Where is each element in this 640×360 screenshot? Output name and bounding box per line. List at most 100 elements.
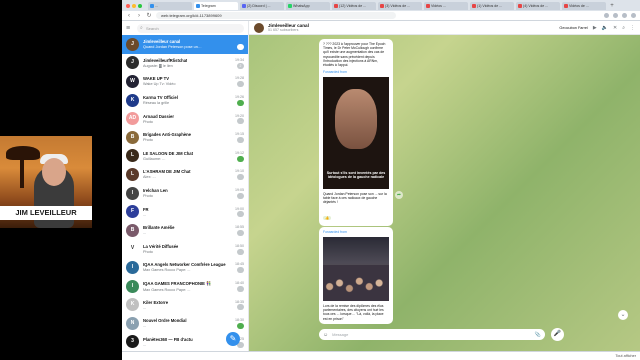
chat-list-item[interactable]: I Irelchan Len 19:05 Photo [122, 184, 248, 203]
chat-item-top: Nouvel Ordre Mondial 18:30 [143, 318, 244, 323]
chat-last-message: Wake Up Tv: Vidéo [143, 82, 176, 87]
browser-tab[interactable]: Telegram [194, 1, 238, 10]
share-icon[interactable]: ➦ [395, 191, 403, 199]
chat-list-item[interactable]: J Jimleveilleur canal Quand Jordan Peterso… [122, 35, 248, 54]
download-bar: Tout afficher [122, 351, 640, 360]
crowd-image [323, 265, 389, 301]
chat-list-item[interactable]: AD Arnaud Dassier 19:20 Photo [122, 109, 248, 128]
chat-list-item[interactable]: B Brillante Amélie 18:55... [122, 221, 248, 240]
browser-tab[interactable]: ... [148, 1, 192, 10]
chat-last-message: Photo [143, 119, 153, 124]
chat-item-body: Kiler Extorre 18:35... [143, 300, 244, 310]
search-icon[interactable]: ⌕ [622, 25, 625, 31]
browser-tab[interactable]: WhatsApp [286, 1, 330, 10]
play-icon[interactable]: ▶ [593, 25, 597, 31]
chat-avatar: B [126, 223, 139, 237]
chat-list-item[interactable]: V La Vérité Diffusée 18:50 Photo [122, 240, 248, 259]
url-field[interactable]: web.telegram.org/k/#-1173899609 [156, 12, 396, 19]
browser-tab[interactable]: (4) Vidéos de ... [516, 1, 560, 10]
extension-icon[interactable] [604, 13, 609, 18]
channel-avatar[interactable] [254, 22, 264, 33]
channel-subscribers: 51 657 subscribers [268, 28, 299, 32]
post-image[interactable] [323, 237, 389, 301]
chat-avatar: V [126, 242, 139, 256]
chat-last-message: Alex: ... [143, 175, 156, 180]
chat-name: Irelchan Len [143, 188, 168, 194]
chat-item-body: JimleveilleurfRlistchat 19:34 Auguste: ▓ l… [143, 58, 244, 68]
show-all-downloads[interactable]: Tout afficher [615, 354, 636, 358]
tab-label: (4) Vidéos de ... [523, 3, 549, 8]
chat-name: Arnaud Dassier [143, 113, 174, 119]
forward-icon[interactable]: › [136, 13, 142, 19]
chat-list-item[interactable]: F FR 19:00... [122, 202, 248, 221]
chat-avatar: I [126, 260, 139, 274]
minimize-window-button[interactable] [132, 3, 136, 8]
chat-item-top: LE SALOON DE JIM Chat 19:12 [143, 151, 244, 156]
chat-list-item[interactable]: N Nouvel Ordre Mondial 18:30... [122, 314, 248, 333]
close-window-button[interactable] [126, 3, 130, 8]
chat-avatar: I [126, 186, 139, 200]
reload-icon[interactable]: ↻ [146, 12, 152, 19]
chat-item-top: Brillante Amélie 18:55 [143, 225, 244, 230]
post-image[interactable]: Surtout s'ils sont inventés par des idéo… [323, 77, 389, 189]
chat-list-item[interactable]: L L'ASHRAM DE JIM Chat 19:10 Alex: ... [122, 165, 248, 184]
back-icon[interactable]: ‹ [126, 13, 132, 19]
maximize-window-button[interactable] [138, 3, 142, 8]
channel-post: Forwarded from Lors de la remise des dip… [319, 227, 393, 324]
microphone-button[interactable]: 🎤 [551, 328, 564, 341]
chat-item-top: Kiler Extorre 18:35 [143, 300, 244, 305]
chat-item-top: IQAA Angels Networker Comfrère League 18:… [143, 262, 244, 267]
chat-avatar: I [126, 279, 139, 293]
chat-item-body: Jimleveilleur canal Quand Jordan Peterson… [143, 39, 244, 49]
chat-list-item[interactable]: K Karma TV Officiel 19:26 Réseau la grille [122, 91, 248, 110]
close-icon[interactable]: ✕ [613, 25, 617, 31]
more-icon[interactable]: ⋮ [630, 25, 635, 31]
channel-post: Forwarded from Surtout s'ils sont invent… [319, 67, 393, 226]
chat-list-item[interactable]: I IQAA Angels Networker Comfrère League 18… [122, 258, 248, 277]
chat-list-item[interactable]: I IQAA GAMES FRANCOPHONIE 👫 18:40 Max Games… [122, 277, 248, 296]
browser-tab[interactable]: (3) Vidéos de ... [378, 1, 422, 10]
chat-item-top: L'ASHRAM DE JIM Chat 19:10 [143, 169, 244, 174]
browser-tab[interactable]: Vidéos de ... [562, 1, 606, 10]
voice-chat-label[interactable]: Geocubon Farrel [559, 26, 588, 30]
chat-avatar: N [126, 316, 139, 330]
chat-name: Kiler Extorre [143, 299, 169, 305]
chat-list-item[interactable]: J JimleveilleurfRlistchat 19:34 Auguste: ▓ … [122, 54, 248, 73]
chat-last-message: Photo [143, 249, 153, 254]
tab-favicon-icon [150, 3, 154, 8]
chat-list-item[interactable]: B Brigades Anti-Graphène 19:15 Photo [122, 128, 248, 147]
unread-badge: 2 [237, 62, 244, 69]
chat-header: Jimleveilleur canal 51 657 subscribers G… [249, 21, 640, 35]
forwarded-from[interactable]: Forwarded from [321, 69, 391, 75]
search-input[interactable]: Search [137, 23, 244, 33]
speaker-icon[interactable]: 🔈 [602, 25, 608, 31]
chat-list-item[interactable]: W WAKE UP TV 19:28 Wake Up Tv: Vidéo [122, 72, 248, 91]
browser-tab[interactable]: (12) Vidéos de ... [332, 1, 376, 10]
tab-label: WhatsApp [293, 3, 310, 8]
browser-menu-icon[interactable] [631, 13, 636, 18]
message-composer[interactable]: ☺ Message 📎 [319, 329, 545, 340]
tab-label: Telegram [201, 3, 216, 8]
unread-badge [237, 285, 244, 292]
new-chat-button[interactable]: ✎ [226, 332, 240, 346]
tab-label: (3) Vidéos de ... [385, 3, 411, 8]
browser-tab[interactable]: (1) Vidéos de ... [470, 1, 514, 10]
reaction-badge[interactable]: 👍 [323, 215, 332, 220]
chat-last-message: Photo [143, 194, 153, 199]
forwarded-from[interactable]: Forwarded from [321, 229, 391, 235]
emoji-icon[interactable]: ☺ [323, 332, 328, 338]
chat-list-item[interactable]: K Kiler Extorre 18:35... [122, 295, 248, 314]
chat-list-item[interactable]: L LE SALOON DE JIM Chat 19:12 Guillaume: ..… [122, 147, 248, 166]
profile-icon[interactable] [622, 13, 627, 18]
browser-tab[interactable]: Vidéos ... [424, 1, 468, 10]
extension-icon[interactable] [613, 13, 618, 18]
new-tab-button[interactable]: + [608, 3, 616, 9]
menu-icon[interactable]: ≡ [126, 25, 133, 32]
scroll-down-button[interactable]: ⌄ [618, 310, 628, 320]
attach-icon[interactable]: 📎 [535, 332, 541, 338]
chat-last-message: ... [143, 305, 147, 310]
chat-avatar: W [126, 74, 139, 88]
browser-tab[interactable]: (2) Discord | ... [240, 1, 284, 10]
chat-header-tools: Geocubon Farrel ▶ 🔈 ✕ ⌕ ⋮ [559, 25, 635, 31]
unread-badge [237, 44, 244, 50]
